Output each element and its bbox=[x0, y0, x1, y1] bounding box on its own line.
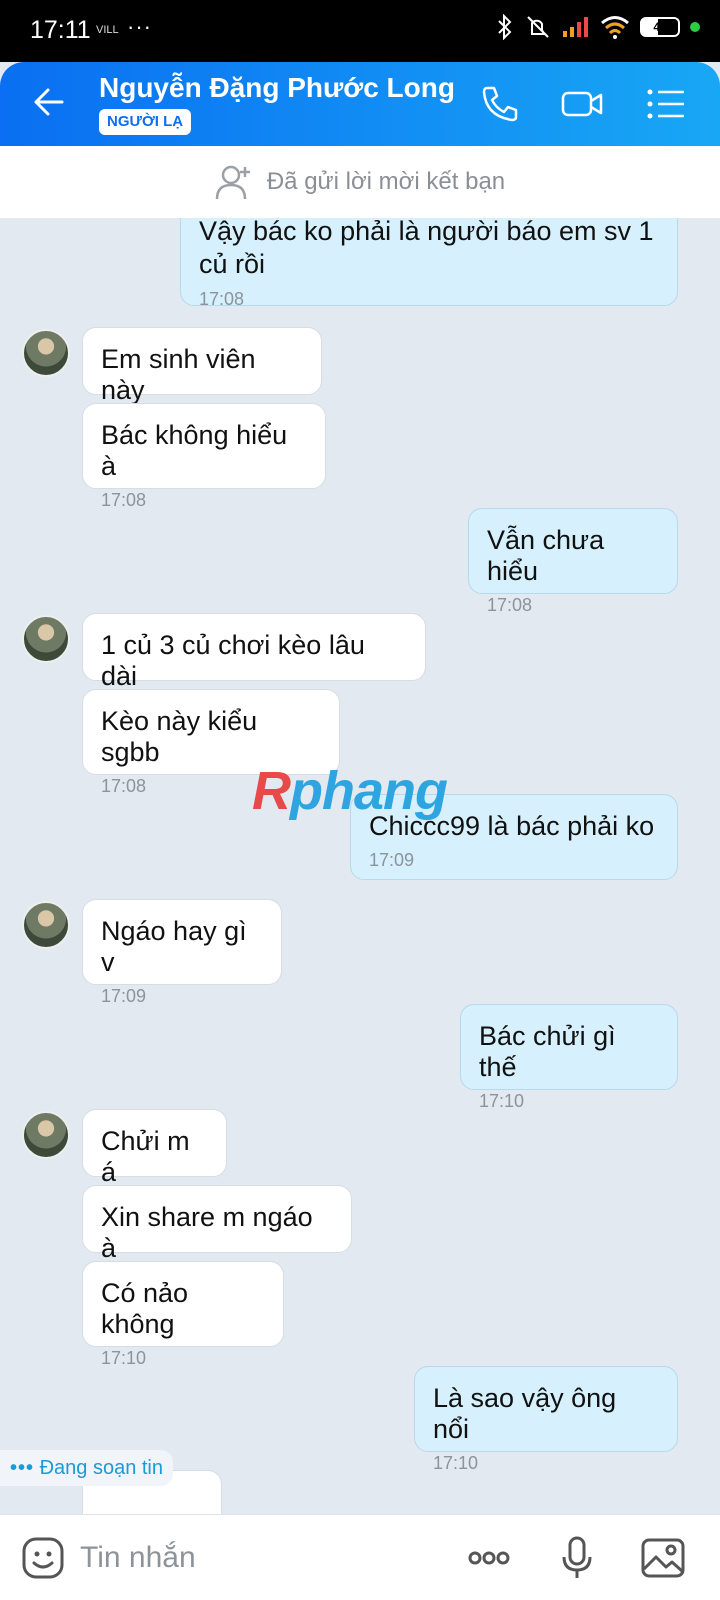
back-arrow-icon[interactable] bbox=[28, 82, 68, 122]
message-text: Vậy bác ko phải là người báo em sv 1 bbox=[199, 218, 654, 246]
message-time: 17:09 bbox=[101, 986, 147, 1006]
message-time: 17:08 bbox=[487, 595, 533, 615]
message-bubble-outgoing[interactable]: Là sao vậy ông nổi 17:10 bbox=[414, 1366, 678, 1473]
privacy-indicator-icon bbox=[690, 22, 700, 32]
message-text: Em sinh viên này bbox=[101, 344, 256, 405]
message-text: Bác không hiểu à bbox=[101, 420, 288, 481]
message-text: Bác chửi gì thế bbox=[479, 1021, 616, 1082]
more-options-icon[interactable] bbox=[466, 1535, 512, 1581]
message-text: Chửi m á bbox=[101, 1126, 190, 1187]
message-time: 17:08 bbox=[101, 490, 147, 510]
message-text: 1 củ 3 củ chơi kèo lâu dài bbox=[101, 630, 365, 691]
message-text: Vẫn chưa hiểu bbox=[487, 525, 605, 586]
carrier-label: VILL bbox=[96, 24, 119, 36]
emoji-sticker-icon[interactable] bbox=[20, 1535, 66, 1581]
friend-request-text: Đã gửi lời mời kết bạn bbox=[266, 168, 506, 195]
stranger-badge: NGƯỜI LẠ bbox=[99, 109, 192, 135]
status-bar: 17:11 VILL ··· 49 bbox=[0, 0, 720, 62]
image-gallery-icon[interactable] bbox=[640, 1535, 686, 1581]
avatar[interactable] bbox=[22, 1111, 70, 1159]
typing-text: Đang soạn tin bbox=[39, 1457, 163, 1479]
menu-list-icon[interactable] bbox=[644, 82, 688, 126]
message-bubble-incoming[interactable]: 1 củ 3 củ chơi kèo lâu dài bbox=[82, 613, 426, 691]
video-call-icon[interactable] bbox=[560, 82, 604, 126]
message-bubble-outgoing[interactable]: Vẫn chưa hiểu 17:08 bbox=[468, 508, 678, 615]
message-bubble-incoming[interactable]: Ngáo hay gì v 17:09 bbox=[82, 899, 282, 1006]
message-time: 17:10 bbox=[101, 1348, 147, 1368]
wifi-icon bbox=[601, 16, 629, 39]
mute-icon bbox=[527, 16, 549, 38]
message-time: 17:08 bbox=[199, 289, 245, 309]
typing-indicator: ••• Đang soạn tin bbox=[0, 1450, 173, 1486]
chat-header: Nguyễn Đặng Phước Long NGƯỜI LẠ bbox=[0, 62, 720, 146]
bluetooth-icon bbox=[498, 14, 512, 40]
avatar[interactable] bbox=[22, 329, 70, 377]
watermark-logo: Rphang bbox=[252, 761, 448, 821]
battery-icon: 49 bbox=[640, 17, 680, 37]
signal-icon bbox=[563, 17, 588, 37]
message-bubble-outgoing[interactable]: Vậy bác ko phải là người báo em sv 1 củ … bbox=[180, 218, 678, 309]
message-bubble-incoming[interactable]: Em sinh viên này bbox=[82, 327, 322, 405]
avatar[interactable] bbox=[22, 901, 70, 949]
add-friend-icon bbox=[215, 165, 250, 200]
message-text: Có nảo không bbox=[101, 1278, 189, 1339]
message-text: Xin share m ngáo à bbox=[101, 1202, 313, 1263]
message-text: Là sao vậy ông nổi bbox=[433, 1383, 617, 1444]
message-bubble-incoming[interactable]: Có nảo không 17:10 bbox=[82, 1261, 284, 1368]
typing-dots-icon: ••• bbox=[10, 1457, 35, 1479]
avatar[interactable] bbox=[22, 615, 70, 663]
status-icons: 49 bbox=[496, 14, 700, 40]
phone-call-icon[interactable] bbox=[478, 82, 522, 126]
message-text: Ngáo hay gì v bbox=[101, 916, 247, 977]
message-text: Kèo này kiểu sgbb bbox=[101, 706, 258, 767]
message-bubble-incoming[interactable]: Xin share m ngáo à bbox=[82, 1185, 352, 1263]
message-bubble-outgoing[interactable]: Bác chửi gì thế 17:10 bbox=[460, 1004, 678, 1111]
notification-dots: ··· bbox=[127, 14, 152, 39]
message-bubble-incoming[interactable]: Chửi m á bbox=[82, 1109, 227, 1187]
message-bubble-incoming[interactable]: Bác không hiểu à 17:08 bbox=[82, 403, 326, 510]
friend-request-bar: Đã gửi lời mời kết bạn bbox=[0, 146, 720, 218]
chat-message-list[interactable]: Vậy bác ko phải là người báo em sv 1 củ … bbox=[0, 218, 720, 1514]
microphone-icon[interactable] bbox=[554, 1535, 600, 1581]
message-time: 17:10 bbox=[433, 1453, 479, 1473]
message-input-bar bbox=[0, 1514, 720, 1600]
contact-name[interactable]: Nguyễn Đặng Phước Long bbox=[99, 72, 455, 104]
message-time: 17:09 bbox=[369, 850, 415, 870]
message-text: củ rồi bbox=[199, 249, 266, 279]
message-input[interactable] bbox=[80, 1535, 440, 1581]
status-time: 17:11 bbox=[30, 16, 91, 44]
message-time: 17:10 bbox=[479, 1091, 525, 1111]
